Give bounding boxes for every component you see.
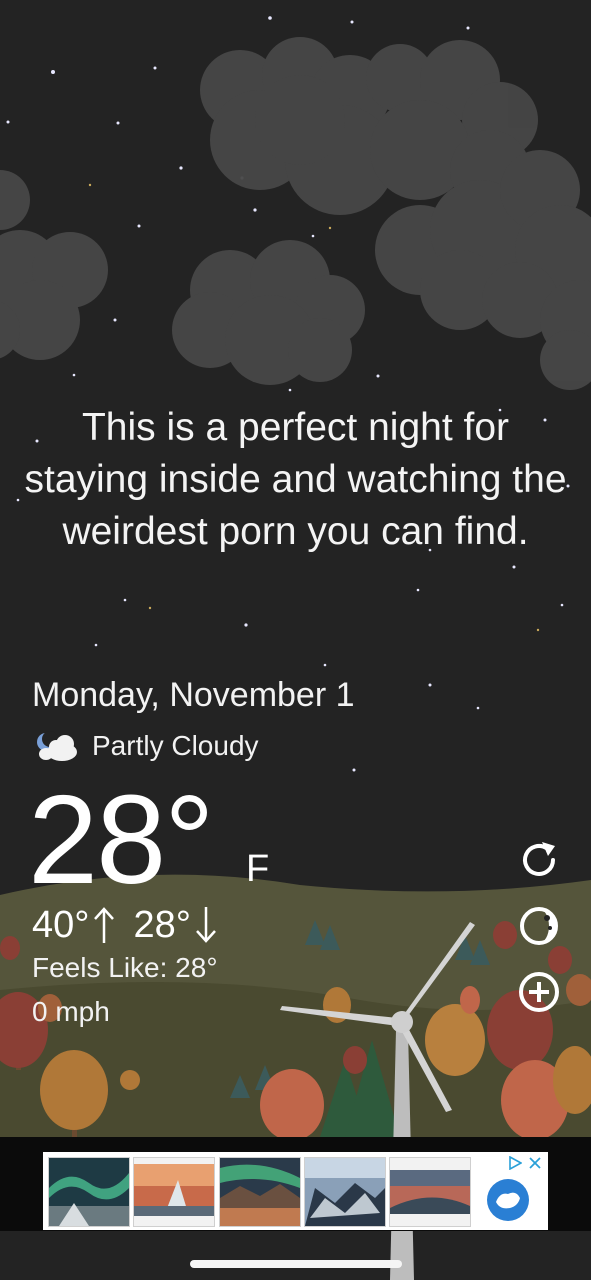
close-icon[interactable] [528, 1156, 542, 1170]
condition-text: Partly Cloudy [92, 730, 259, 761]
wind-speed: 0 mph [32, 996, 110, 1027]
background-scene [0, 0, 591, 1280]
high-temp: 40° [32, 904, 90, 946]
date-label: Monday, November 1 [32, 676, 355, 714]
ad-image-lake[interactable] [219, 1157, 301, 1227]
condition-row: Partly Cloudy [32, 726, 259, 766]
arrow-down-icon [196, 907, 216, 943]
arrow-up-icon [94, 907, 115, 943]
high-low-row: 40° 28° [32, 900, 223, 950]
ad-banner[interactable] [43, 1152, 548, 1230]
refresh-icon[interactable] [517, 838, 561, 882]
ad-image-aurora[interactable] [48, 1157, 130, 1227]
theme-toggle-icon[interactable] [517, 904, 561, 948]
add-location-icon[interactable] [517, 970, 561, 1014]
partly-cloudy-night-icon [37, 731, 77, 761]
low-temp: 28° [133, 904, 191, 946]
current-temperature: 28° [28, 769, 215, 910]
temperature-unit: F [246, 848, 270, 890]
ad-image-sunset-ice[interactable] [133, 1157, 215, 1227]
ad-image-coast[interactable] [389, 1157, 471, 1227]
home-indicator[interactable] [190, 1260, 402, 1268]
weather-message: This is a perfect night for staying insi… [24, 406, 567, 553]
ad-choices-icon[interactable] [508, 1156, 522, 1170]
ad-logo-icon[interactable] [486, 1178, 530, 1222]
ad-image-glacier[interactable] [304, 1157, 386, 1227]
feels-like: Feels Like: 28° [32, 952, 218, 983]
